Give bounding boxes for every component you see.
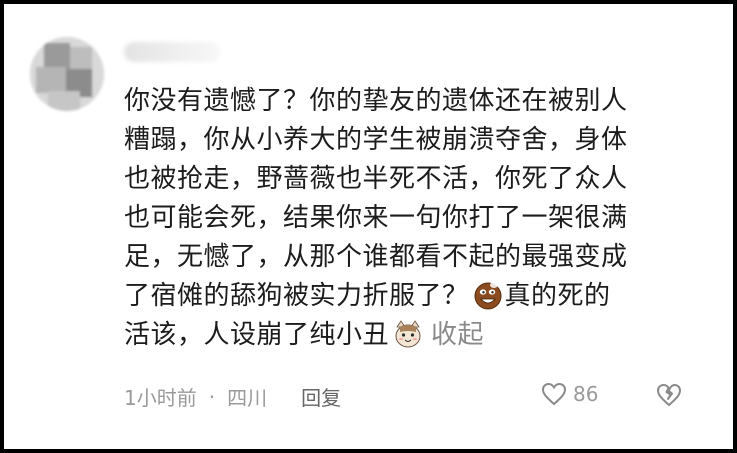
comment-line: 也可能会死，结果你来一句你打了一架很满 <box>124 203 628 233</box>
like-button[interactable]: 86 <box>541 382 598 406</box>
comment-meta: 1小时前 · 四川 回复 <box>124 382 341 411</box>
laughing-face-emoji-icon <box>473 280 503 310</box>
comment-card: 你没有遗憾了？你的挚友的遗体还在被别人 糟蹋，你从小养大的学生被崩溃夺舍，身体 … <box>0 0 737 453</box>
location: 四川 <box>227 386 268 410</box>
comment-text: 你没有遗憾了？你的挚友的遗体还在被别人 糟蹋，你从小养大的学生被崩溃夺舍，身体 … <box>124 82 714 355</box>
comment-line: 也被抢走，野蔷薇也半死不活，你死了众人 <box>124 164 628 194</box>
broken-heart-icon <box>657 384 681 406</box>
comment-line: 你没有遗憾了？你的挚友的遗体还在被别人 <box>124 86 628 116</box>
heart-icon <box>541 382 567 406</box>
comment-line-text: 活该，人设崩了纯小丑 <box>124 320 390 350</box>
comment-line: 足，无憾了，从那个谁都看不起的最强变成 <box>124 242 628 272</box>
comment-line-6: 了宿傩的舔狗被实力折服了？ 真的死的 <box>124 277 714 316</box>
separator-dot: · <box>208 384 216 409</box>
avatar[interactable] <box>30 37 104 111</box>
comment-line-7: 活该，人设崩了纯小丑 收起 <box>124 316 714 355</box>
cat-emoji-icon <box>393 319 423 349</box>
like-count: 86 <box>573 382 599 406</box>
dislike-button[interactable] <box>655 382 683 412</box>
comment-line: 糟蹋，你从小养大的学生被崩溃夺舍，身体 <box>124 125 628 155</box>
comment-line-tail: 真的死的 <box>504 281 611 311</box>
collapse-link[interactable]: 收起 <box>431 320 484 350</box>
reply-button[interactable]: 回复 <box>301 382 341 411</box>
comment-line-text: 了宿傩的舔狗被实力折服了？ <box>124 281 469 311</box>
timestamp: 1小时前 <box>124 386 197 410</box>
username-blurred[interactable] <box>124 42 220 62</box>
